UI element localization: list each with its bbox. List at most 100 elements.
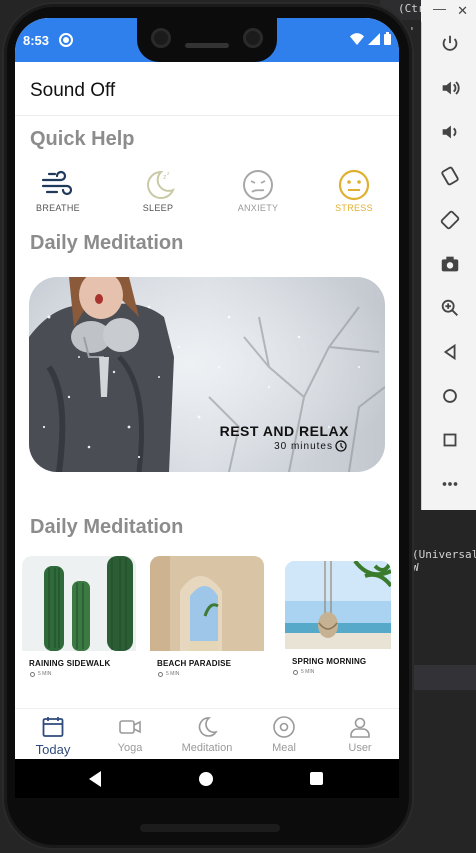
- rotate-right-button[interactable]: [422, 200, 476, 240]
- daily-meditation-title: Daily Meditation: [30, 232, 184, 254]
- status-bar: 8:53: [15, 18, 399, 62]
- screenshot-button[interactable]: [422, 244, 476, 284]
- android-system-nav: [15, 759, 399, 798]
- back-triangle-icon: [443, 343, 455, 361]
- camera-notch: [137, 18, 277, 62]
- bottom-navigation: Today Yoga Meditation Meal User: [15, 708, 399, 758]
- camera-icon: [441, 256, 458, 272]
- clock-icon: [30, 671, 35, 677]
- quick-help-breathe[interactable]: BREATHE: [28, 168, 88, 213]
- card-image-cactus: [22, 556, 136, 651]
- card-meta: 5 MIN: [158, 671, 264, 677]
- card-duration: 5 MIN: [166, 671, 180, 677]
- home-button[interactable]: [422, 376, 476, 416]
- quick-help-title: Quick Help: [30, 128, 135, 150]
- overview-button[interactable]: [422, 420, 476, 460]
- hero-title: REST AND RELAX: [219, 423, 349, 439]
- nav-label: Meditation: [181, 742, 233, 754]
- hero-duration: 30 minutes: [274, 441, 333, 452]
- volume-down-icon: [442, 125, 456, 139]
- daily-meditation-hero-card[interactable]: REST AND RELAX 30 minutes: [29, 277, 385, 472]
- nav-label: User: [348, 742, 372, 754]
- app-bar: Sound Off: [15, 62, 399, 116]
- system-home-button[interactable]: [199, 772, 213, 786]
- rotate-left-icon: [440, 166, 459, 186]
- overview-square-icon: [443, 433, 456, 447]
- target-icon: [273, 716, 295, 738]
- video-icon: [119, 720, 141, 734]
- rotate-left-button[interactable]: [422, 156, 476, 196]
- card-meta: 5 MIN: [293, 669, 391, 675]
- power-button[interactable]: [422, 24, 476, 64]
- bottom-speaker-grille: [140, 824, 280, 832]
- system-recents-button[interactable]: [310, 772, 323, 785]
- quick-help-anxiety[interactable]: ANXIETY: [228, 168, 288, 213]
- quick-help-stress[interactable]: STRESS: [324, 168, 384, 213]
- nav-label: Meal: [272, 742, 296, 754]
- status-icons: [350, 32, 391, 45]
- neutral-face-icon: [338, 169, 370, 201]
- quick-help-row: BREATHE z z SLEEP ANXIETY STRESS: [15, 168, 399, 220]
- card-duration: 5 MIN: [38, 671, 52, 677]
- app-title: Sound Off: [30, 80, 116, 101]
- ide-text-universal: (Universal W: [412, 548, 476, 574]
- card-duration: 5 MIN: [301, 669, 315, 675]
- more-dots-icon: [442, 482, 457, 486]
- clock-icon: [293, 669, 298, 675]
- quick-help-label: BREATHE: [36, 203, 80, 213]
- home-circle-icon: [442, 389, 457, 403]
- front-camera-right: [243, 28, 263, 48]
- card-image-beach-swing: [285, 561, 391, 649]
- minimize-icon[interactable]: —: [433, 1, 446, 16]
- front-camera-left: [151, 28, 171, 48]
- calendar-icon: [42, 717, 64, 737]
- volume-down-button[interactable]: [422, 112, 476, 152]
- quick-help-label: SLEEP: [142, 203, 174, 213]
- moon-icon: [198, 717, 218, 737]
- nav-label: Today: [35, 742, 71, 757]
- system-back-button[interactable]: [89, 771, 101, 787]
- power-icon: [442, 35, 457, 51]
- moon-icon: z z: [147, 170, 175, 199]
- meditation-card[interactable]: SPRING MORNING 5 MIN: [285, 561, 391, 689]
- zoom-button[interactable]: [422, 288, 476, 328]
- zoom-icon: [441, 299, 458, 316]
- phone-screen: 8:53 Sound Off Quick Help BREATHE z z SL…: [15, 18, 399, 798]
- card-image-arch: [150, 556, 264, 651]
- emulator-toolbar: [421, 22, 476, 510]
- volume-up-button[interactable]: [422, 68, 476, 108]
- nav-user[interactable]: User: [325, 715, 395, 754]
- card-title: SPRING MORNING: [292, 657, 367, 666]
- nav-label: Yoga: [117, 742, 143, 754]
- wind-icon: [41, 170, 73, 196]
- clock-icon: [158, 671, 163, 677]
- quick-help-sleep[interactable]: z z SLEEP: [128, 168, 188, 213]
- emulator-titlebar: — ✕: [421, 0, 476, 22]
- quick-help-label: ANXIETY: [237, 203, 279, 213]
- phone-frame: 8:53 Sound Off Quick Help BREATHE z z SL…: [2, 2, 414, 850]
- card-meta: 5 MIN: [30, 671, 136, 677]
- meditation-cards-row: RAINING SIDEWALK 5 MIN BEACH PARADISE 5 …: [15, 556, 399, 688]
- nav-meditation[interactable]: Meditation: [172, 715, 242, 754]
- nav-yoga[interactable]: Yoga: [95, 715, 165, 754]
- volume-up-icon: [442, 81, 460, 95]
- nav-meal[interactable]: Meal: [249, 715, 319, 754]
- clock-icon: [335, 440, 347, 452]
- app-notification-icon: [59, 33, 73, 47]
- signal-icon: [368, 32, 380, 45]
- meditation-card[interactable]: RAINING SIDEWALK 5 MIN: [22, 556, 136, 684]
- back-button[interactable]: [422, 332, 476, 372]
- earpiece: [185, 43, 229, 48]
- battery-icon: [384, 32, 391, 45]
- nav-today[interactable]: Today: [18, 715, 88, 757]
- card-title: BEACH PARADISE: [157, 659, 232, 668]
- card-title: RAINING SIDEWALK: [29, 659, 111, 668]
- wifi-icon: [350, 32, 364, 45]
- close-icon[interactable]: ✕: [457, 3, 468, 19]
- meditation-card[interactable]: BEACH PARADISE 5 MIN: [150, 556, 264, 684]
- status-time: 8:53: [23, 33, 50, 48]
- rotate-right-icon: [440, 210, 459, 230]
- anxious-face-icon: [243, 170, 273, 200]
- user-icon: [350, 717, 370, 738]
- more-button[interactable]: [422, 464, 476, 504]
